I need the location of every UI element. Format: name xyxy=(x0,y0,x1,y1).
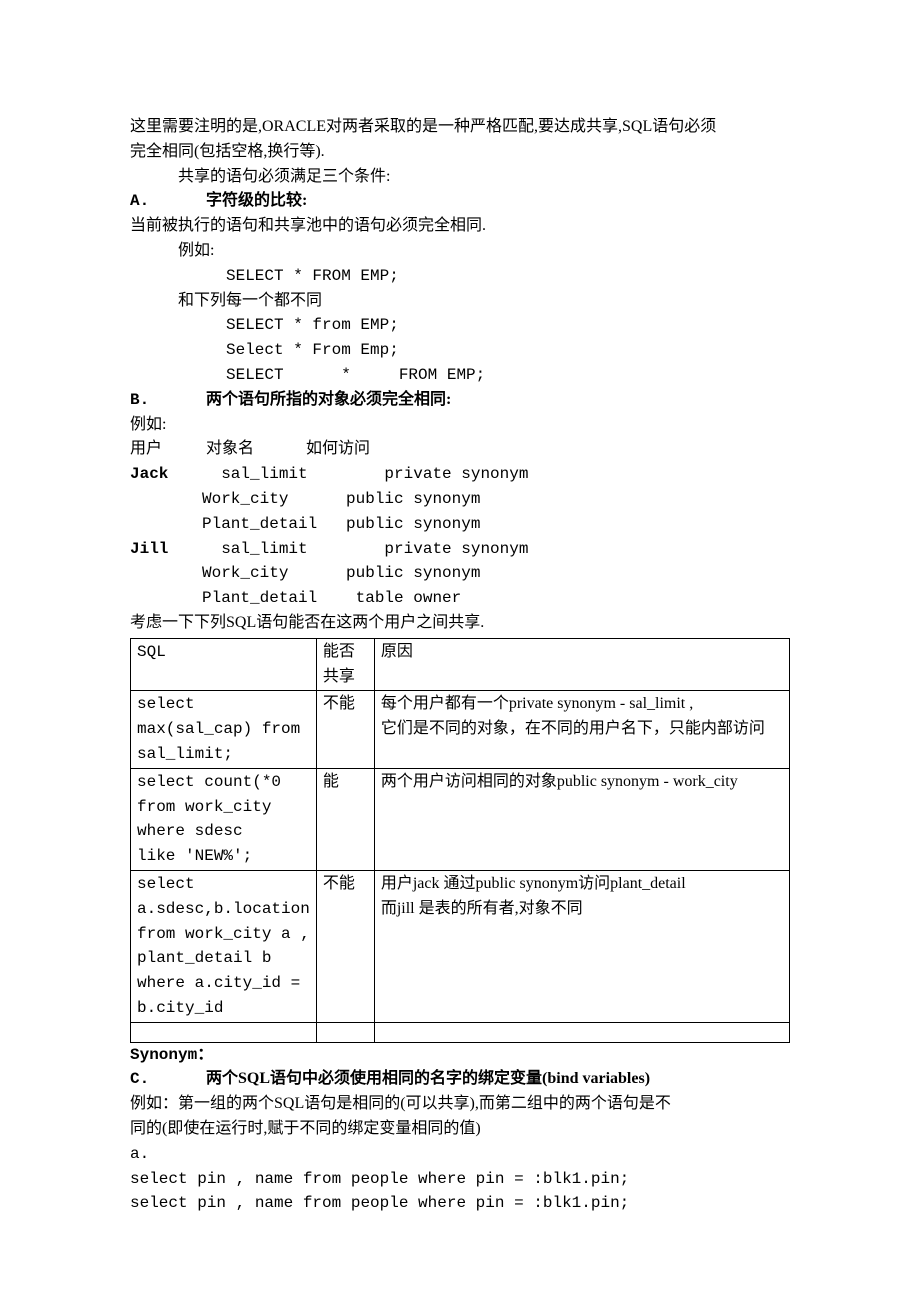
text: sal_limit private synonym xyxy=(202,540,528,558)
text: a. xyxy=(130,1142,790,1167)
line: 每个用户都有一个private synonym - sal_limit , xyxy=(381,692,783,717)
text: 考虑一下下列SQL语句能否在这两个用户之间共享. xyxy=(130,611,790,636)
code: select pin , name from people where pin … xyxy=(130,1167,790,1192)
line: 而jill 是表的所有者,对象不同 xyxy=(381,897,783,922)
text: 例如: xyxy=(130,413,790,438)
text: Work_city public synonym xyxy=(202,490,480,508)
col-how: 如何访问 xyxy=(306,440,370,457)
line: select xyxy=(137,872,310,897)
text: Plant_detail table owner xyxy=(202,589,461,607)
text: 同的(即使在运行时,赋于不同的绑定变量相同的值) xyxy=(130,1117,790,1142)
object-row: Jack sal_limit private synonym xyxy=(130,462,790,487)
text: 例如: xyxy=(130,239,790,264)
line: b.city_id xyxy=(137,996,310,1021)
label: A. xyxy=(130,189,202,214)
line: a.sdesc,b.location xyxy=(137,897,310,922)
cell-sql: select a.sdesc,b.location from work_city… xyxy=(131,870,317,1022)
text: Work_city public synonym xyxy=(202,564,480,582)
user-jill: Jill xyxy=(130,537,202,562)
text: Plant_detail public synonym xyxy=(202,515,480,533)
cell-reason: 两个用户访问相同的对象public synonym - work_city xyxy=(374,768,789,870)
th-sql: SQL xyxy=(131,638,317,691)
th-share: 能否共享 xyxy=(316,638,374,691)
section-c-heading: C. 两个SQL语句中必须使用相同的名字的绑定变量(bind variables… xyxy=(130,1067,790,1092)
table-row: select count(*0 from work_city where sde… xyxy=(131,768,790,870)
col-obj: 对象名 xyxy=(206,437,302,462)
line: like 'NEW%'; xyxy=(137,844,310,869)
text: sal_limit private synonym xyxy=(202,465,528,483)
paragraph: 共享的语句必须满足三个条件: xyxy=(130,165,790,190)
cell-share: 不能 xyxy=(316,691,374,768)
line: plant_detail b xyxy=(137,946,310,971)
object-table-header: 用户 对象名 如何访问 xyxy=(130,437,790,462)
line: 两个用户访问相同的对象public synonym - work_city xyxy=(381,770,783,795)
cell-sql: select max(sal_cap) from sal_limit; xyxy=(131,691,317,768)
share-table: SQL 能否共享 原因 select max(sal_cap) from sal… xyxy=(130,638,790,1043)
line: max(sal_cap) from xyxy=(137,717,310,742)
table-row: select a.sdesc,b.location from work_city… xyxy=(131,870,790,1022)
code: SELECT * FROM EMP; xyxy=(130,363,790,388)
line: from work_city a , xyxy=(137,922,310,947)
th-reason: 原因 xyxy=(374,638,789,691)
col-user: 用户 xyxy=(130,437,202,462)
table-row-empty xyxy=(131,1022,790,1042)
title: 两个SQL语句中必须使用相同的名字的绑定变量(bind variables) xyxy=(206,1070,650,1087)
object-row: Plant_detail table owner xyxy=(130,586,790,611)
title: 两个语句所指的对象必须完全相同: xyxy=(206,391,451,408)
line: sal_limit; xyxy=(137,742,310,767)
section-a-heading: A. 字符级的比较: xyxy=(130,189,790,214)
object-row: Work_city public synonym xyxy=(130,487,790,512)
object-row: Work_city public synonym xyxy=(130,561,790,586)
cell-reason: 用户jack 通过public synonym访问plant_detail 而j… xyxy=(374,870,789,1022)
cell xyxy=(374,1022,789,1042)
cell-share: 能 xyxy=(316,768,374,870)
table-row: select max(sal_cap) from sal_limit; 不能 每… xyxy=(131,691,790,768)
line: from work_city xyxy=(137,795,310,820)
table-header-row: SQL 能否共享 原因 xyxy=(131,638,790,691)
paragraph: 完全相同(包括空格,换行等). xyxy=(130,140,790,165)
object-row: Jill sal_limit private synonym xyxy=(130,537,790,562)
cell xyxy=(316,1022,374,1042)
label: C. xyxy=(130,1067,202,1092)
code: Select * From Emp; xyxy=(130,338,790,363)
cell xyxy=(131,1022,317,1042)
line: where a.city_id = xyxy=(137,971,310,996)
text: 当前被执行的语句和共享池中的语句必须完全相同. xyxy=(130,214,790,239)
text: 和下列每一个都不同 xyxy=(130,289,790,314)
document-body: 这里需要注明的是,ORACLE对两者采取的是一种严格匹配,要达成共享,SQL语句… xyxy=(130,115,790,1216)
text: 例如：第一组的两个SQL语句是相同的(可以共享),而第二组中的两个语句是不 xyxy=(130,1092,790,1117)
line: 用户jack 通过public synonym访问plant_detail xyxy=(381,872,783,897)
label: B. xyxy=(130,388,202,413)
section-b-heading: B. 两个语句所指的对象必须完全相同: xyxy=(130,388,790,413)
paragraph: 这里需要注明的是,ORACLE对两者采取的是一种严格匹配,要达成共享,SQL语句… xyxy=(130,115,790,140)
code: select pin , name from people where pin … xyxy=(130,1191,790,1216)
user-jack: Jack xyxy=(130,462,202,487)
code: SELECT * FROM EMP; xyxy=(130,264,790,289)
title: 字符级的比较: xyxy=(206,192,307,209)
cell-reason: 每个用户都有一个private synonym - sal_limit , 它们… xyxy=(374,691,789,768)
object-row: Plant_detail public synonym xyxy=(130,512,790,537)
cell-share: 不能 xyxy=(316,870,374,1022)
cell-sql: select count(*0 from work_city where sde… xyxy=(131,768,317,870)
synonym-heading: Synonym： xyxy=(130,1043,790,1068)
line: 它们是不同的对象，在不同的用户名下，只能内部访问 xyxy=(381,717,783,742)
code: SELECT * from EMP; xyxy=(130,313,790,338)
line: select count(*0 xyxy=(137,770,310,795)
line: where sdesc xyxy=(137,819,310,844)
line: select xyxy=(137,692,310,717)
